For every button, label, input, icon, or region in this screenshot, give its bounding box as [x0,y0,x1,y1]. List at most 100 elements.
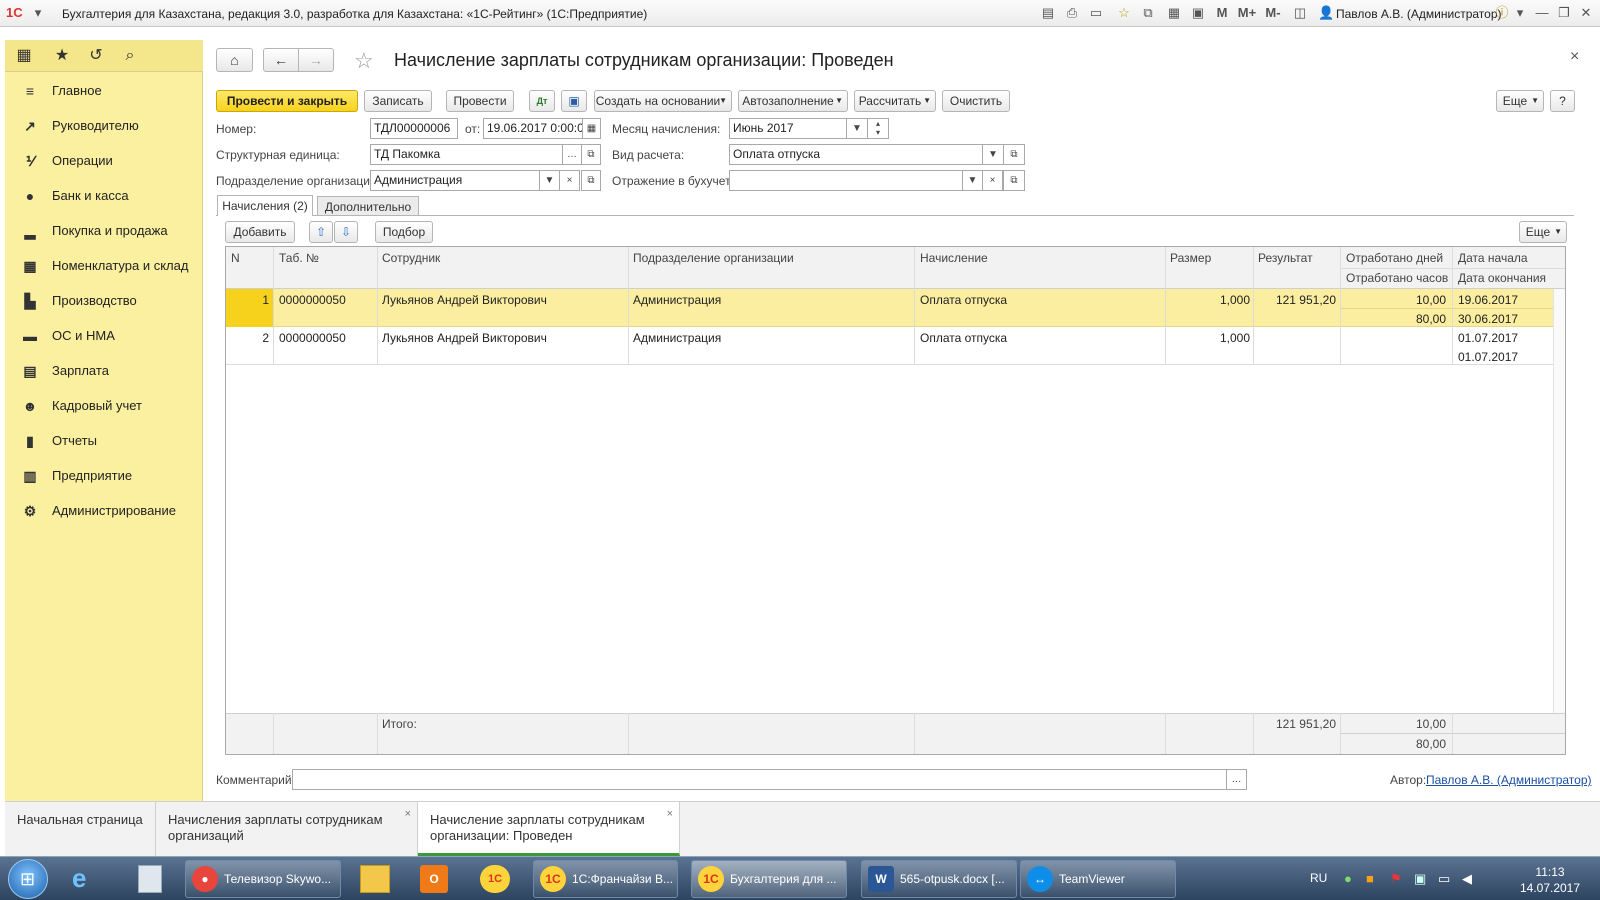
calc-type-open-button[interactable]: ⧉ [1003,144,1025,165]
sidebar-item-salary[interactable]: ▤ Зарплата [5,353,203,388]
calc-type-dropdown-button[interactable]: ▼ [982,144,1004,165]
row2-end[interactable]: 01.07.2017 [1458,350,1518,364]
row2-start[interactable]: 01.07.2017 [1458,331,1518,345]
row1-end[interactable]: 30.06.2017 [1458,312,1518,326]
row2-employee[interactable]: Лукьянов Андрей Викторович [382,331,547,345]
row1-tab[interactable]: 0000000050 [279,293,346,307]
preview-icon[interactable]: ▭ [1088,5,1104,21]
comment-edit-button[interactable]: … [1226,769,1247,790]
star-icon[interactable]: ★ [51,45,73,67]
row2-dept[interactable]: Администрация [633,331,721,345]
dt-kt-button[interactable]: Дт [529,90,555,112]
taskbar-accounting[interactable]: 1С Бухгалтерия для ... [691,860,847,898]
taskbar-franchise[interactable]: 1С 1С:Франчайзи В... [533,860,678,898]
author-link[interactable]: Павлов А.В. (Администратор) [1426,773,1592,787]
post-button[interactable]: Провести [446,90,514,112]
taskbar-chrome[interactable]: ● Телевизор Skywo... [185,860,341,898]
move-down-button[interactable]: ⇩ [334,221,358,243]
tray-user-icon[interactable]: ● [1344,871,1352,886]
calculate-button[interactable]: Рассчитать ▼ [854,90,936,112]
explorer-icon[interactable] [360,865,390,893]
restore-icon[interactable]: ❐ [1556,5,1572,21]
chevron-down-icon[interactable]: ▾ [1512,5,1528,21]
sidebar-item-manager[interactable]: ↗ Руководителю [5,108,203,143]
sidebar-item-enterprise[interactable]: ▥ Предприятие [5,458,203,493]
table-more-button[interactable]: Еще ▼ [1519,221,1567,243]
sidebar-item-bank[interactable]: ● Банк и касса [5,178,203,213]
create-based-on-button[interactable]: Создать на основании ▼ [594,90,732,112]
sidebar-item-main[interactable]: ≡ Главное [5,73,203,108]
unit-open-button[interactable]: ⧉ [581,144,601,165]
pick-button[interactable]: Подбор [375,221,433,243]
outlook-icon[interactable]: O [420,865,448,893]
window-tab-accruals-list[interactable]: Начисления зарплаты сотрудникам организа… [156,802,418,856]
col-header-days[interactable]: Отработано дней [1346,251,1443,265]
help-button[interactable]: ? [1550,90,1575,112]
month-dropdown-button[interactable]: ▼ [846,118,868,139]
favorites-icon[interactable]: ☆ [1116,5,1132,21]
row1-dept[interactable]: Администрация [633,293,721,307]
row2-size[interactable]: 1,000 [1166,331,1250,345]
close-window-icon[interactable]: ✕ [1578,5,1594,21]
tray-display-icon[interactable]: ▭ [1438,871,1450,887]
sidebar-item-reports[interactable]: ▮ Отчеты [5,423,203,458]
link-icon[interactable]: ⧉ [1140,5,1156,21]
panels-icon[interactable]: ◫ [1292,5,1308,21]
tray-flag-icon[interactable]: ⚑ [1390,871,1402,887]
memory-plus-icon[interactable]: M+ [1236,5,1258,21]
calendar-icon[interactable]: ▣ [1190,5,1206,21]
tray-volume-icon[interactable]: ◀ [1462,871,1472,887]
col-header-hours[interactable]: Отработано часов [1346,271,1448,285]
dept-clear-button[interactable]: × [559,170,580,191]
structure-button[interactable]: ▣ [561,90,587,112]
reflection-clear-button[interactable]: × [982,170,1003,191]
unit-select-button[interactable]: … [562,144,582,165]
add-row-button[interactable]: Добавить [225,221,295,243]
row1-days[interactable]: 10,00 [1340,293,1446,307]
reflection-field[interactable] [729,170,963,191]
clear-button[interactable]: Очистить [942,90,1010,112]
window-tab-home[interactable]: Начальная страница [5,802,156,856]
search-icon[interactable]: ⌕ [119,45,141,67]
calc-type-field[interactable]: Оплата отпуска [729,144,983,165]
more-button[interactable]: Еще ▼ [1496,90,1544,112]
menu-dropdown-icon[interactable]: ▾ [30,5,46,21]
close-tab-icon[interactable]: × [667,806,673,822]
col-header-tab[interactable]: Таб. № [279,251,319,265]
language-indicator[interactable]: RU [1310,871,1327,885]
clock-date[interactable]: 14.07.2017 [1516,881,1584,895]
row1-employee[interactable]: Лукьянов Андрей Викторович [382,293,547,307]
row1-size[interactable]: 1,000 [1166,293,1250,307]
month-stepper[interactable]: ▴ ▾ [867,118,889,139]
col-header-dept[interactable]: Подразделение организации [633,251,794,265]
close-tab-icon[interactable]: × [405,806,411,822]
row1-accrual[interactable]: Оплата отпуска [920,293,1007,307]
reflection-dropdown-button[interactable]: ▼ [962,170,983,191]
onec-app-icon[interactable]: 1С [480,865,510,893]
post-and-close-button[interactable]: Провести и закрыть [216,90,358,112]
comment-field[interactable] [292,769,1227,790]
row1-result[interactable]: 121 951,20 [1254,293,1336,307]
calculator-icon[interactable]: ▦ [1166,5,1182,21]
tab-accruals[interactable]: Начисления (2) [217,195,313,216]
col-header-end[interactable]: Дата окончания [1458,271,1546,285]
print-icon[interactable]: ⎙ [1064,5,1080,21]
row2-tab[interactable]: 0000000050 [279,331,346,345]
calculator-app-icon[interactable] [138,865,162,893]
clock-time[interactable]: 11:13 [1520,865,1580,879]
forward-button[interactable]: → [298,48,334,72]
home-button[interactable]: ⌂ [216,48,253,72]
tray-outlook-icon[interactable]: ■ [1366,871,1374,886]
memory-icon[interactable]: M [1214,5,1230,21]
window-tab-current-doc[interactable]: Начисление зарплаты сотрудникам организа… [418,802,680,856]
reflection-open-button[interactable]: ⧉ [1003,170,1025,191]
month-field[interactable]: Июнь 2017 [729,118,847,139]
col-header-size[interactable]: Размер [1170,251,1211,265]
row2-accrual[interactable]: Оплата отпуска [920,331,1007,345]
current-user[interactable]: Павлов А.В. (Администратор) [1336,7,1502,21]
col-header-employee[interactable]: Сотрудник [382,251,440,265]
date-field[interactable]: 19.06.2017 0:00:00 [483,118,583,139]
calendar-picker-button[interactable]: ▦ [582,118,601,139]
close-form-button[interactable]: × [1570,48,1579,66]
sidebar-item-operations[interactable]: ⅟ Операции [5,143,203,178]
